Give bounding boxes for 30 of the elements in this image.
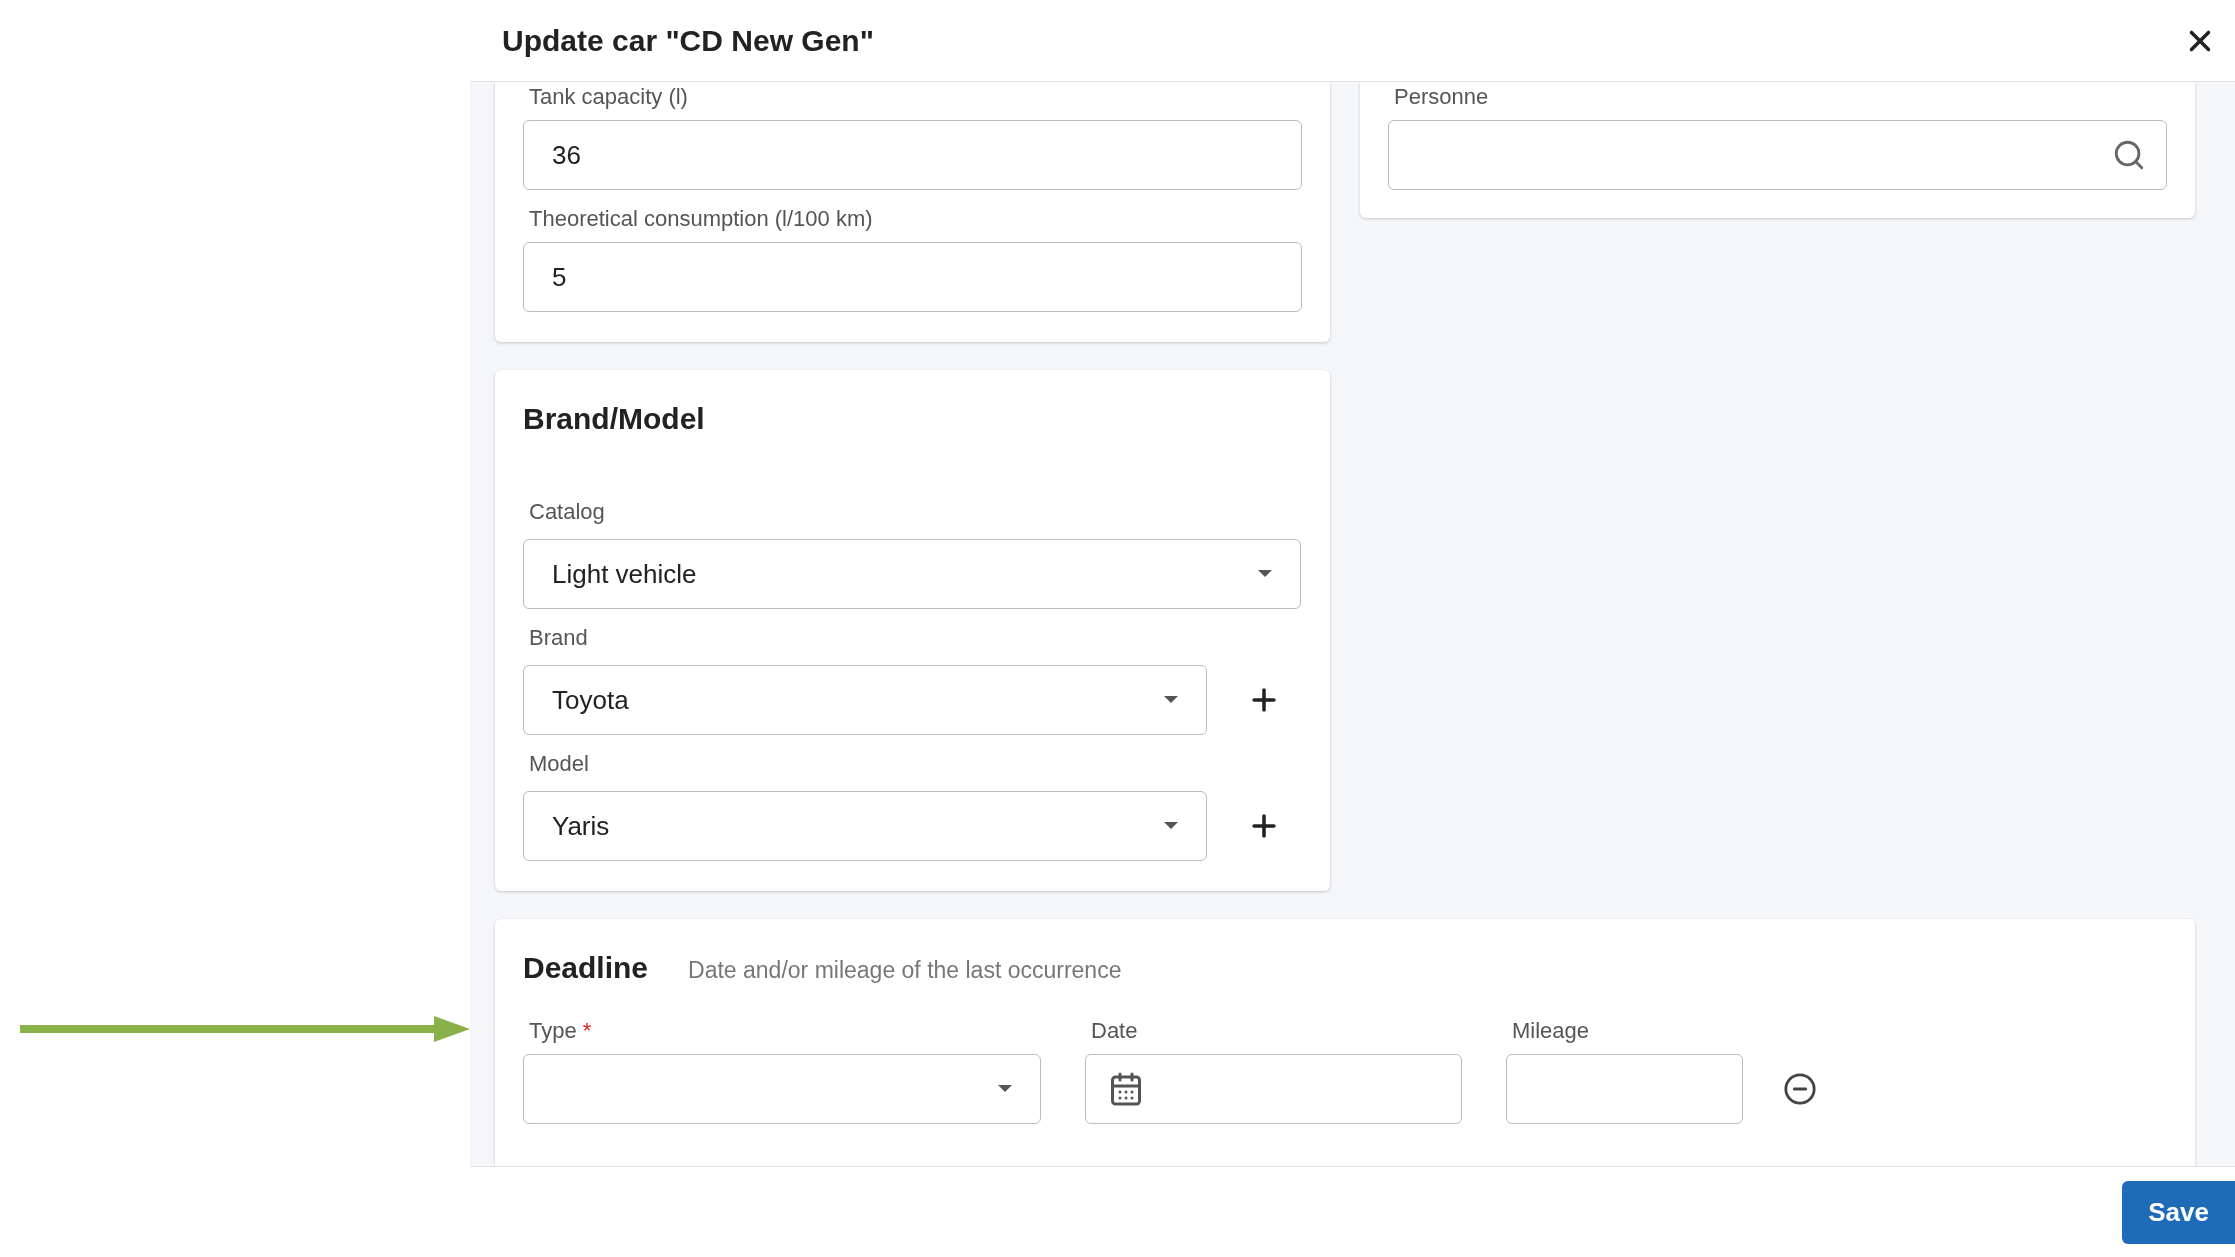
text-field[interactable]: 36 bbox=[523, 120, 1302, 190]
dialog-title: Update car "CD New Gen" bbox=[502, 23, 874, 59]
search-icon bbox=[2112, 138, 2146, 172]
dropdown-caret-icon bbox=[1164, 822, 1178, 830]
select-field[interactable]: Toyota bbox=[523, 665, 1207, 735]
field-label: Theoretical consumption (l/100 km) bbox=[528, 208, 874, 230]
field-label: Tank capacity (l) bbox=[528, 86, 689, 108]
save-button[interactable]: Save bbox=[2122, 1180, 2235, 1244]
minus-icon bbox=[1783, 1072, 1817, 1106]
search-field[interactable] bbox=[1388, 120, 2167, 190]
section-hint: Date and/or mileage of the last occurrence bbox=[688, 956, 1122, 985]
field-label: Brand bbox=[528, 627, 589, 649]
text-field[interactable] bbox=[1506, 1054, 1743, 1124]
field-label: Date bbox=[1090, 1020, 1139, 1042]
calendar-icon bbox=[1108, 1071, 1144, 1107]
field-label: Type * bbox=[528, 1020, 593, 1042]
date-field[interactable] bbox=[1085, 1054, 1462, 1124]
field-label: Personne bbox=[1393, 86, 1490, 108]
dropdown-caret-icon bbox=[998, 1085, 1012, 1093]
select-field[interactable]: Yaris bbox=[523, 791, 1207, 861]
section-title: Brand/Model bbox=[523, 401, 706, 437]
section-title: Deadline bbox=[523, 950, 649, 986]
text-field[interactable]: 5 bbox=[523, 242, 1302, 312]
dropdown-caret-icon bbox=[1258, 570, 1272, 578]
select-field[interactable]: Light vehicle bbox=[523, 539, 1301, 609]
select-field[interactable] bbox=[523, 1054, 1041, 1124]
field-label: Model bbox=[528, 753, 590, 775]
dropdown-caret-icon bbox=[1164, 696, 1178, 704]
field-label: Mileage bbox=[1511, 1020, 1591, 1042]
field-label: Catalog bbox=[528, 501, 606, 523]
